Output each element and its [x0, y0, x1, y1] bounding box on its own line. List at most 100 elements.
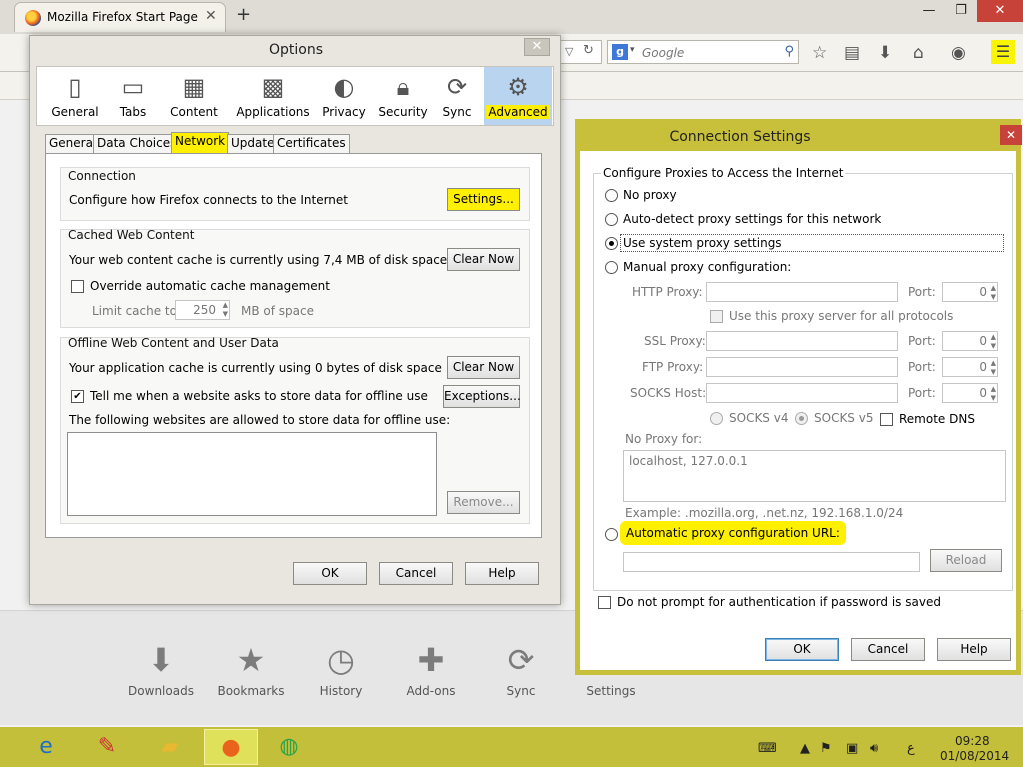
ftp-port-input[interactable]: 0 ▲ ▼ — [942, 357, 998, 377]
no-prompt-auth-checkbox[interactable] — [598, 596, 611, 609]
launch-bookmarks[interactable]: ★ Bookmarks — [206, 640, 296, 698]
launch-sync[interactable]: ⟳ Sync — [476, 640, 566, 698]
show-hidden-icons-icon[interactable]: ▲ — [800, 741, 810, 756]
tell-offline-checkbox[interactable]: ✔ — [71, 390, 84, 403]
socks4-radio[interactable] — [710, 412, 723, 425]
window-close-button[interactable]: ✕ — [977, 0, 1023, 22]
bookmarks-list-icon[interactable]: ▤ — [844, 43, 860, 63]
subtab-certificates[interactable]: Certificates — [273, 134, 350, 153]
auto-detect-radio[interactable] — [605, 213, 618, 226]
stepper-arrows-icon[interactable]: ▲ ▼ — [223, 301, 228, 319]
keyboard-icon[interactable]: ⌨ — [758, 741, 777, 756]
connection-close-button[interactable]: ✕ — [1000, 125, 1022, 145]
conn-ok-button[interactable]: OK — [765, 638, 839, 661]
socks5-radio[interactable] — [795, 412, 808, 425]
subtab-data-choices[interactable]: Data Choices — [93, 134, 181, 153]
auto-config-url-input[interactable] — [623, 552, 920, 572]
launch-history[interactable]: ◷ History — [296, 640, 386, 698]
hello-icon[interactable]: ◉ — [951, 43, 966, 63]
reload-button[interactable]: Reload — [930, 549, 1002, 572]
clear-offline-button[interactable]: Clear Now — [447, 356, 520, 379]
launch-addons[interactable]: ✚ Add-ons — [386, 640, 476, 698]
http-port-input[interactable]: 0 ▲ ▼ — [942, 282, 998, 302]
subtab-general[interactable]: General — [45, 134, 101, 153]
options-help-button[interactable]: Help — [465, 562, 539, 585]
pane-advanced[interactable]: ⚙ Advanced — [484, 67, 552, 125]
action-center-flag-icon[interactable]: ⚑ — [820, 741, 832, 756]
search-icon[interactable]: ⚲ — [784, 44, 794, 59]
url-bar[interactable]: ▽ ↻ — [560, 40, 602, 64]
conn-help-button[interactable]: Help — [937, 638, 1011, 661]
ssl-port-input[interactable]: 0 ▲ ▼ — [942, 331, 998, 351]
system-proxy-radio[interactable] — [605, 237, 618, 250]
offline-sites-list[interactable] — [67, 432, 437, 516]
network-icon[interactable]: ▣ — [846, 741, 858, 756]
remove-site-button[interactable]: Remove... — [447, 491, 520, 514]
pane-privacy[interactable]: ◐ Privacy — [317, 67, 371, 125]
bookmark-star-icon[interactable]: ☆ — [812, 43, 827, 63]
remote-dns-checkbox[interactable] — [880, 413, 893, 426]
clear-cache-button[interactable]: Clear Now — [447, 248, 520, 271]
override-cache-checkbox[interactable] — [71, 280, 84, 293]
clock-time[interactable]: 09:28 — [955, 734, 990, 748]
cache-size-stepper[interactable]: 250 ▲ ▼ — [175, 300, 230, 320]
pane-sync[interactable]: ⟳ Sync — [433, 67, 481, 125]
minimize-button[interactable]: — — [914, 0, 944, 22]
ftp-proxy-input[interactable] — [706, 357, 898, 377]
no-proxy-radio[interactable] — [605, 189, 618, 202]
google-icon[interactable]: g — [612, 44, 628, 60]
limit-cache-label: Limit cache to — [92, 304, 177, 318]
search-bar[interactable]: g ▾ Google ⚲ — [607, 40, 799, 64]
menu-icon[interactable]: ☰ — [991, 40, 1015, 64]
pane-general[interactable]: ▯ General — [45, 67, 105, 125]
paint-icon[interactable]: ✎ — [80, 729, 134, 765]
stepper-arrows-icon[interactable]: ▲ ▼ — [991, 333, 996, 351]
ie-icon[interactable]: e — [19, 729, 73, 765]
chrome-icon[interactable]: ◍ — [262, 729, 316, 765]
pane-security[interactable]: 🔒︎ Security — [373, 67, 433, 125]
dropdown-icon[interactable]: ▽ — [565, 45, 573, 58]
restore-button[interactable]: ❐ — [946, 0, 976, 22]
pane-content[interactable]: ▦ Content — [161, 67, 227, 125]
explorer-folder-icon[interactable]: ▰ — [143, 729, 197, 765]
pane-applications[interactable]: ▩ Applications — [231, 67, 315, 125]
volume-icon[interactable]: 🔊︎ — [870, 741, 878, 756]
options-close-button[interactable]: ✕ — [524, 38, 550, 56]
no-proxy-for-textarea[interactable]: localhost, 127.0.0.1 — [623, 450, 1006, 502]
socks-port-input[interactable]: 0 ▲ ▼ — [942, 383, 998, 403]
conn-cancel-button[interactable]: Cancel — [851, 638, 925, 661]
connection-settings-button[interactable]: Settings... — [447, 188, 520, 211]
stepper-arrows-icon[interactable]: ▲ ▼ — [991, 385, 996, 403]
http-proxy-input[interactable] — [706, 282, 898, 302]
manual-proxy-radio[interactable] — [605, 261, 618, 274]
input-language-indicator[interactable]: ع — [907, 741, 915, 756]
search-placeholder: Google — [642, 46, 685, 60]
reload-icon[interactable]: ↻ — [583, 43, 594, 58]
ssl-proxy-input[interactable] — [706, 331, 898, 351]
clock-date[interactable]: 01/08/2014 — [940, 749, 1009, 763]
close-tab-icon[interactable]: ✕ — [205, 8, 217, 24]
firefox-taskbar-icon[interactable]: ● — [204, 729, 258, 765]
subtab-update[interactable]: Update — [227, 134, 279, 153]
use-all-protocols-checkbox[interactable] — [710, 310, 723, 323]
launch-downloads[interactable]: ⬇ Downloads — [116, 640, 206, 698]
new-tab-button[interactable]: + — [236, 4, 251, 25]
downloads-icon[interactable]: ⬇ — [878, 43, 892, 63]
sync-icon: ⟳ — [446, 73, 468, 101]
socks-host-input[interactable] — [706, 383, 898, 403]
options-cancel-button[interactable]: Cancel — [379, 562, 453, 585]
exceptions-button[interactable]: Exceptions... — [443, 385, 521, 408]
gear-icon: ⚙ — [507, 73, 529, 101]
stepper-arrows-icon[interactable]: ▲ ▼ — [991, 284, 996, 302]
offline-label: Offline Web Content and User Data — [68, 336, 279, 350]
home-icon[interactable]: ⌂ — [913, 43, 924, 63]
search-engine-dropdown-icon[interactable]: ▾ — [630, 45, 635, 55]
override-cache-label: Override automatic cache management — [90, 279, 330, 293]
options-ok-button[interactable]: OK — [293, 562, 367, 585]
auto-config-url-radio[interactable] — [605, 528, 618, 541]
no-proxy-example: Example: .mozilla.org, .net.nz, 192.168.… — [625, 506, 904, 520]
tab-start-page[interactable]: Mozilla Firefox Start Page ✕ — [14, 2, 226, 32]
stepper-arrows-icon[interactable]: ▲ ▼ — [991, 359, 996, 377]
subtab-network[interactable]: Network — [171, 132, 230, 153]
pane-tabs[interactable]: ▭ Tabs — [111, 67, 155, 125]
